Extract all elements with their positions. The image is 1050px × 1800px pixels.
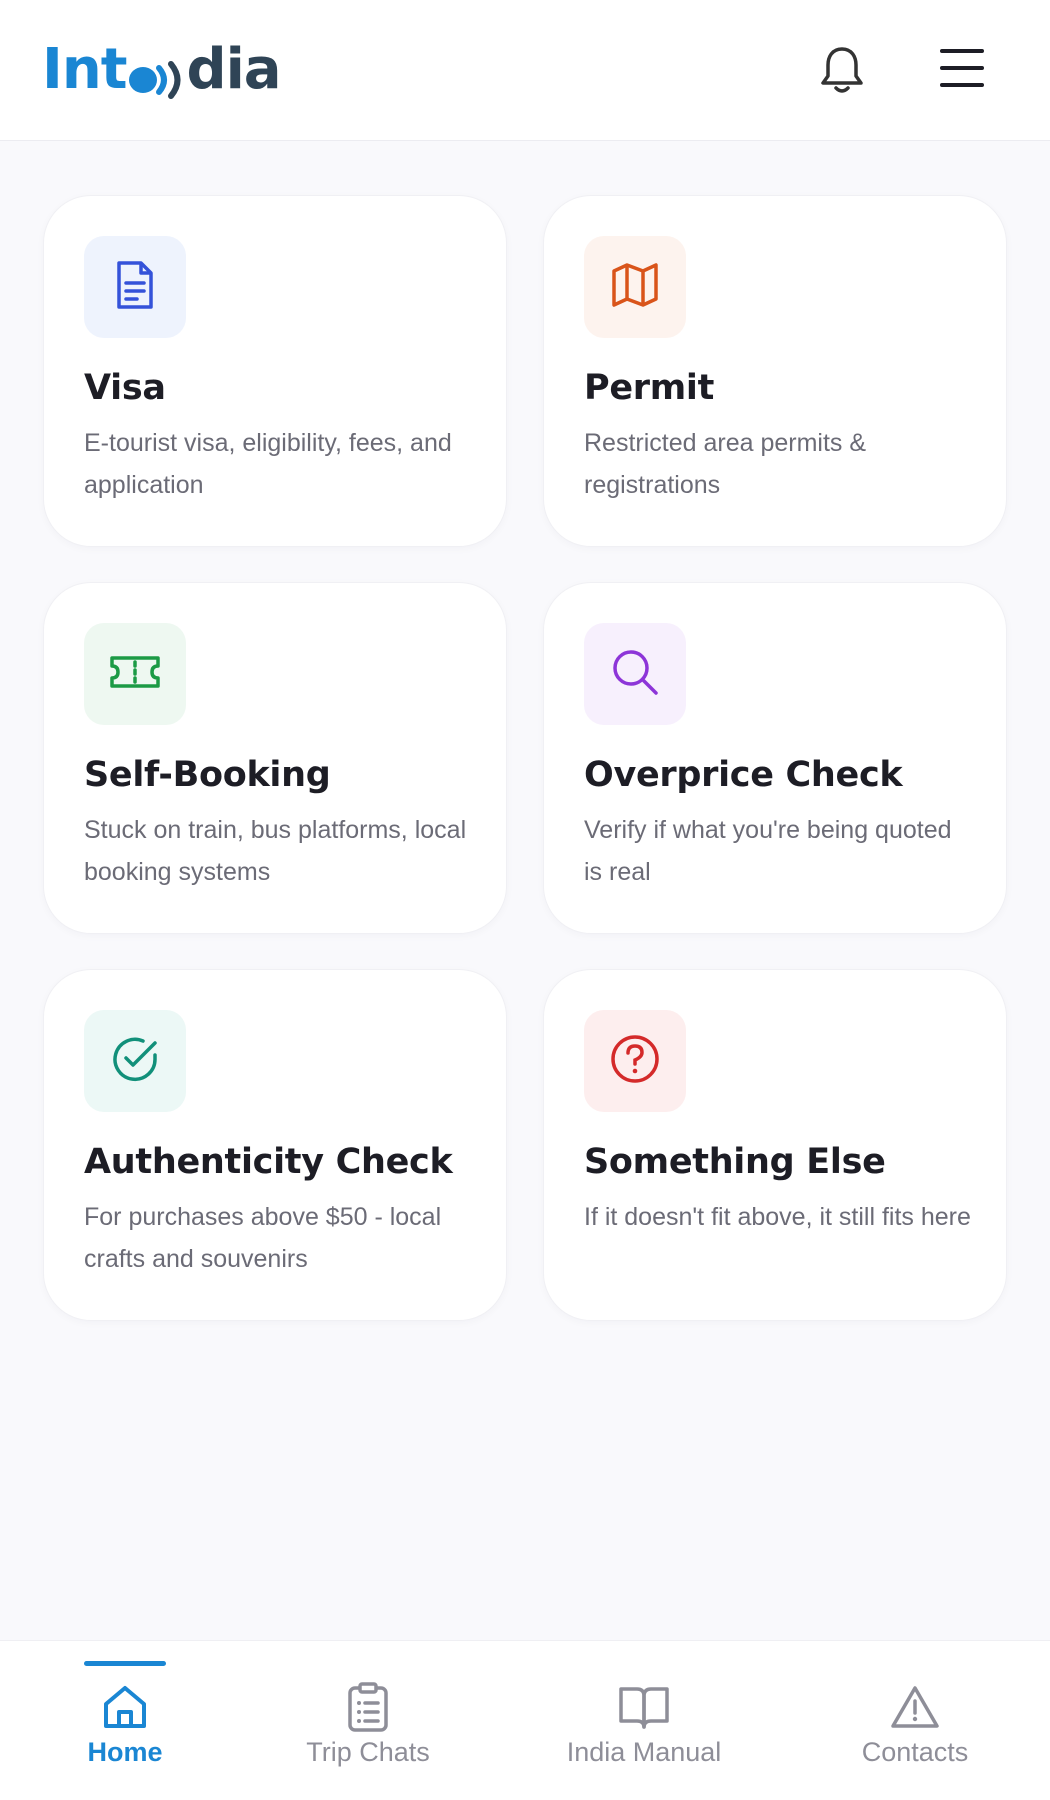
card-icon-container [84,236,186,338]
logo-waves-icon [127,49,185,99]
check-circle-icon [109,1033,161,1090]
warning-icon [887,1679,943,1735]
tab-label: Contacts [861,1737,969,1767]
menu-button[interactable] [938,44,986,92]
app-logo[interactable]: Int dia [42,36,282,102]
tab-india-manual[interactable]: India Manual [554,1641,734,1800]
card-description: Stuck on train, bus platforms, local boo… [84,816,467,886]
card-permit[interactable]: Permit Restricted area permits & registr… [543,195,1007,547]
card-icon-container [584,236,686,338]
card-title: Self-Booking [84,755,331,795]
notifications-button[interactable] [818,44,866,96]
logo-text-left: Int [42,36,127,102]
clipboard-list-icon [340,1679,396,1735]
card-title: Overprice Check [584,755,903,795]
app-header: Int dia [0,0,1050,141]
card-overprice-check[interactable]: Overprice Check Verify if what you're be… [543,582,1007,934]
card-title: Permit [584,368,715,408]
card-title: Authenticity Check [84,1142,453,1182]
search-icon [610,647,660,702]
tab-label: Home [87,1737,163,1767]
card-self-booking[interactable]: Self-Booking Stuck on train, bus platfor… [43,582,507,934]
bell-icon [818,47,866,99]
tab-trip-chats[interactable]: Trip Chats [288,1641,448,1800]
card-authenticity-check[interactable]: Authenticity Check For purchases above $… [43,969,507,1321]
card-description: E-tourist visa, eligibility, fees, and a… [84,429,452,499]
card-title: Visa [84,368,166,408]
home-icon [97,1679,153,1735]
card-description: If it doesn't fit above, it still fits h… [584,1203,971,1231]
tab-home[interactable]: Home [64,1641,186,1800]
hamburger-menu-icon [938,49,986,95]
card-icon-container [84,1010,186,1112]
tab-label: Trip Chats [306,1737,430,1767]
card-icon-container [584,1010,686,1112]
book-icon [616,1679,672,1735]
card-something-else[interactable]: Something Else If it doesn't fit above, … [543,969,1007,1321]
document-icon [111,259,159,316]
service-grid: Visa E-tourist visa, eligibility, fees, … [43,195,1007,1321]
ticket-icon [108,652,162,697]
card-title: Something Else [584,1142,886,1182]
card-icon-container [584,623,686,725]
card-description: Verify if what you're being quoted is re… [584,816,952,886]
logo-text-right: dia [186,36,281,102]
card-visa[interactable]: Visa E-tourist visa, eligibility, fees, … [43,195,507,547]
tab-label: India Manual [566,1737,722,1767]
tab-contacts[interactable]: Contacts [850,1641,980,1800]
card-description: Restricted area permits & registrations [584,429,867,499]
card-description: For purchases above $50 - local crafts a… [84,1203,442,1273]
map-icon [610,261,660,314]
question-circle-icon [609,1033,661,1090]
bottom-tab-bar: Home Trip Chats India Manual Contacts [0,1640,1050,1800]
card-icon-container [84,623,186,725]
